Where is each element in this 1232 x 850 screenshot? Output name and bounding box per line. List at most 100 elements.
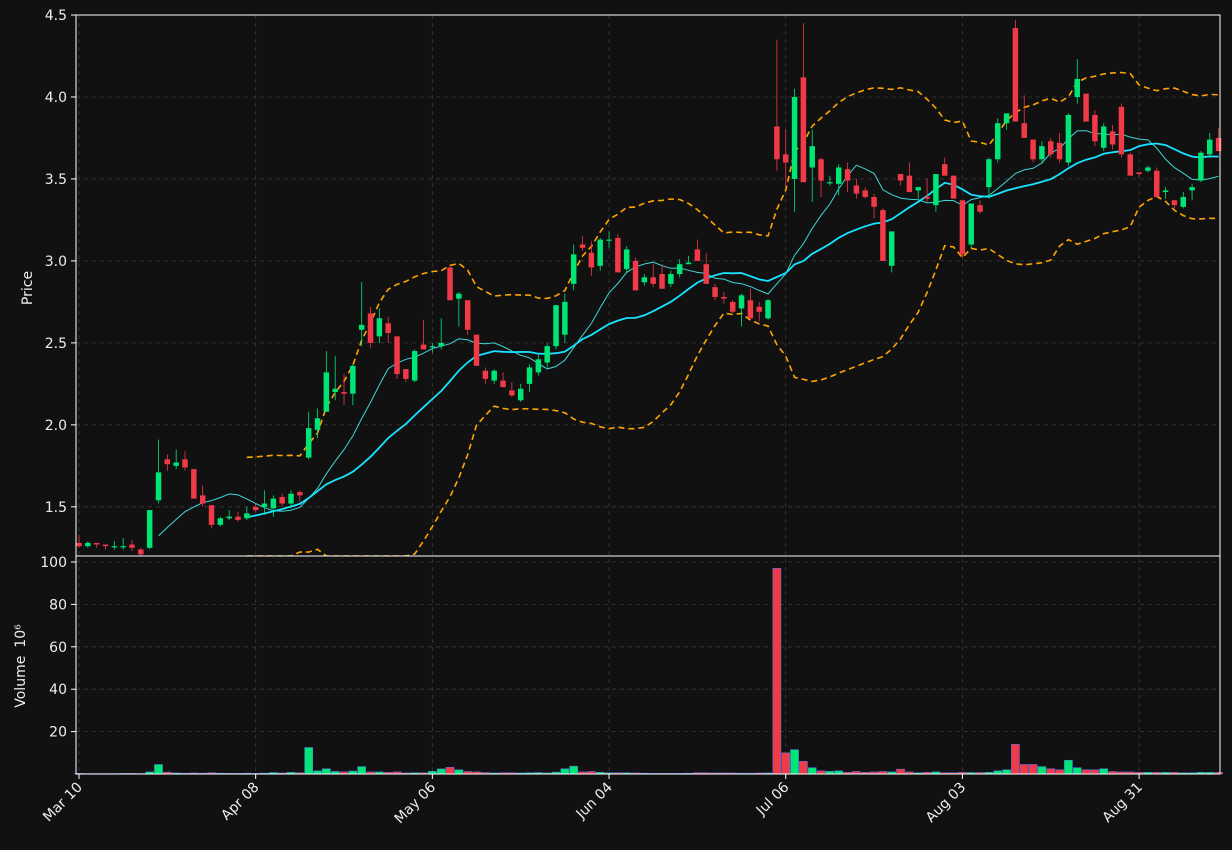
candle-body: [1118, 106, 1125, 155]
candle-body: [1109, 131, 1116, 145]
candle-body: [235, 516, 241, 520]
volume-bar: [1011, 744, 1020, 775]
price-tick-label: 3.5: [45, 172, 67, 188]
candle-body: [367, 313, 374, 343]
candle-body: [509, 390, 515, 396]
volume-bar: [322, 768, 331, 775]
candle-body: [517, 388, 524, 401]
candle-body: [341, 392, 347, 394]
volume-axis-label-text: Volume: [13, 656, 29, 708]
volume-bar: [781, 752, 791, 775]
candle-body: [1021, 123, 1027, 138]
candle-body: [623, 249, 630, 270]
volume-bar: [1064, 759, 1073, 775]
candle-body: [76, 542, 82, 547]
candle-body: [1101, 126, 1107, 148]
candle-body: [305, 428, 312, 458]
candle-body: [208, 505, 215, 525]
candle-body: [129, 544, 135, 548]
candle-body: [173, 462, 179, 466]
candle-body: [482, 370, 489, 379]
volume-tick-label: 100: [40, 555, 67, 571]
candle-body: [588, 252, 595, 268]
candle-body: [818, 159, 824, 181]
price-tick-label: 2.5: [45, 336, 67, 352]
candle-body: [597, 239, 603, 266]
candle-body: [447, 267, 453, 301]
candle-body: [1012, 28, 1019, 122]
candle-body: [1145, 167, 1151, 171]
candle-body: [676, 264, 683, 275]
candle-body: [314, 418, 321, 430]
volume-bar: [1002, 769, 1011, 775]
candle-body: [376, 318, 383, 337]
price-tick-label: 4.0: [45, 90, 67, 106]
candle-body: [685, 262, 692, 265]
candle-body: [288, 493, 294, 504]
candle-body: [888, 231, 895, 266]
chart-background: [0, 0, 1232, 846]
volume-tick-label: 60: [49, 640, 67, 656]
candle-body: [1180, 196, 1186, 207]
candle-body: [385, 323, 391, 334]
price-tick-label: 4.5: [45, 8, 67, 24]
candle-body: [1162, 190, 1169, 193]
candle-body: [924, 196, 930, 199]
volume-bar: [799, 761, 808, 775]
candle-body: [712, 287, 718, 297]
candle-body: [650, 277, 656, 284]
candle-body: [252, 506, 259, 511]
candle-body: [1189, 187, 1195, 191]
candle-body: [473, 334, 480, 366]
candle-body: [562, 301, 568, 335]
candle-body: [464, 300, 471, 330]
candle-body: [791, 96, 798, 179]
candle-body: [835, 167, 842, 184]
candle-body: [1056, 142, 1063, 160]
candle-body: [1198, 152, 1204, 181]
candle-body: [279, 496, 285, 504]
candle-body: [915, 187, 921, 191]
volume-bar: [560, 768, 570, 775]
candle-body: [844, 169, 851, 181]
candle-body: [553, 305, 559, 347]
candle-body: [615, 237, 621, 273]
price-axis-label: Price: [20, 271, 36, 305]
volume-bar: [1055, 769, 1064, 775]
volume-bar: [436, 768, 446, 775]
volume-bar: [454, 769, 464, 775]
volume-bar: [357, 766, 367, 775]
chart-canvas: 1.52.02.53.03.54.04.5 20406080100 Mar 10…: [0, 0, 1232, 846]
candle-body: [659, 274, 665, 289]
candle-body: [765, 300, 771, 319]
candle-body: [579, 244, 586, 248]
candle-body: [85, 542, 91, 547]
candle-body: [226, 516, 232, 519]
candle-body: [1207, 139, 1213, 155]
candle-body: [535, 359, 542, 373]
candle-body: [809, 146, 815, 168]
candle-body: [544, 346, 550, 363]
volume-bar: [896, 768, 905, 775]
candle-body: [199, 495, 206, 504]
candle-body: [570, 254, 577, 284]
candle-body: [606, 239, 612, 241]
candle-body: [191, 469, 197, 499]
candle-body: [164, 459, 171, 465]
candle-body: [1092, 115, 1098, 142]
candle-body: [217, 518, 224, 525]
volume-bar: [807, 767, 817, 775]
candle-body: [738, 295, 745, 309]
candle-body: [438, 342, 444, 347]
volume-bar: [1046, 768, 1056, 775]
candle-body: [155, 472, 162, 501]
candle-body: [420, 344, 427, 350]
candle-body: [500, 380, 506, 388]
candle-body: [411, 351, 418, 381]
candle-body: [138, 549, 144, 555]
candle-body: [668, 274, 674, 284]
candle-body: [270, 498, 277, 509]
candle-body: [358, 324, 365, 330]
candle-body: [526, 367, 533, 384]
volume-axis-unit: 10⁶: [13, 624, 29, 648]
